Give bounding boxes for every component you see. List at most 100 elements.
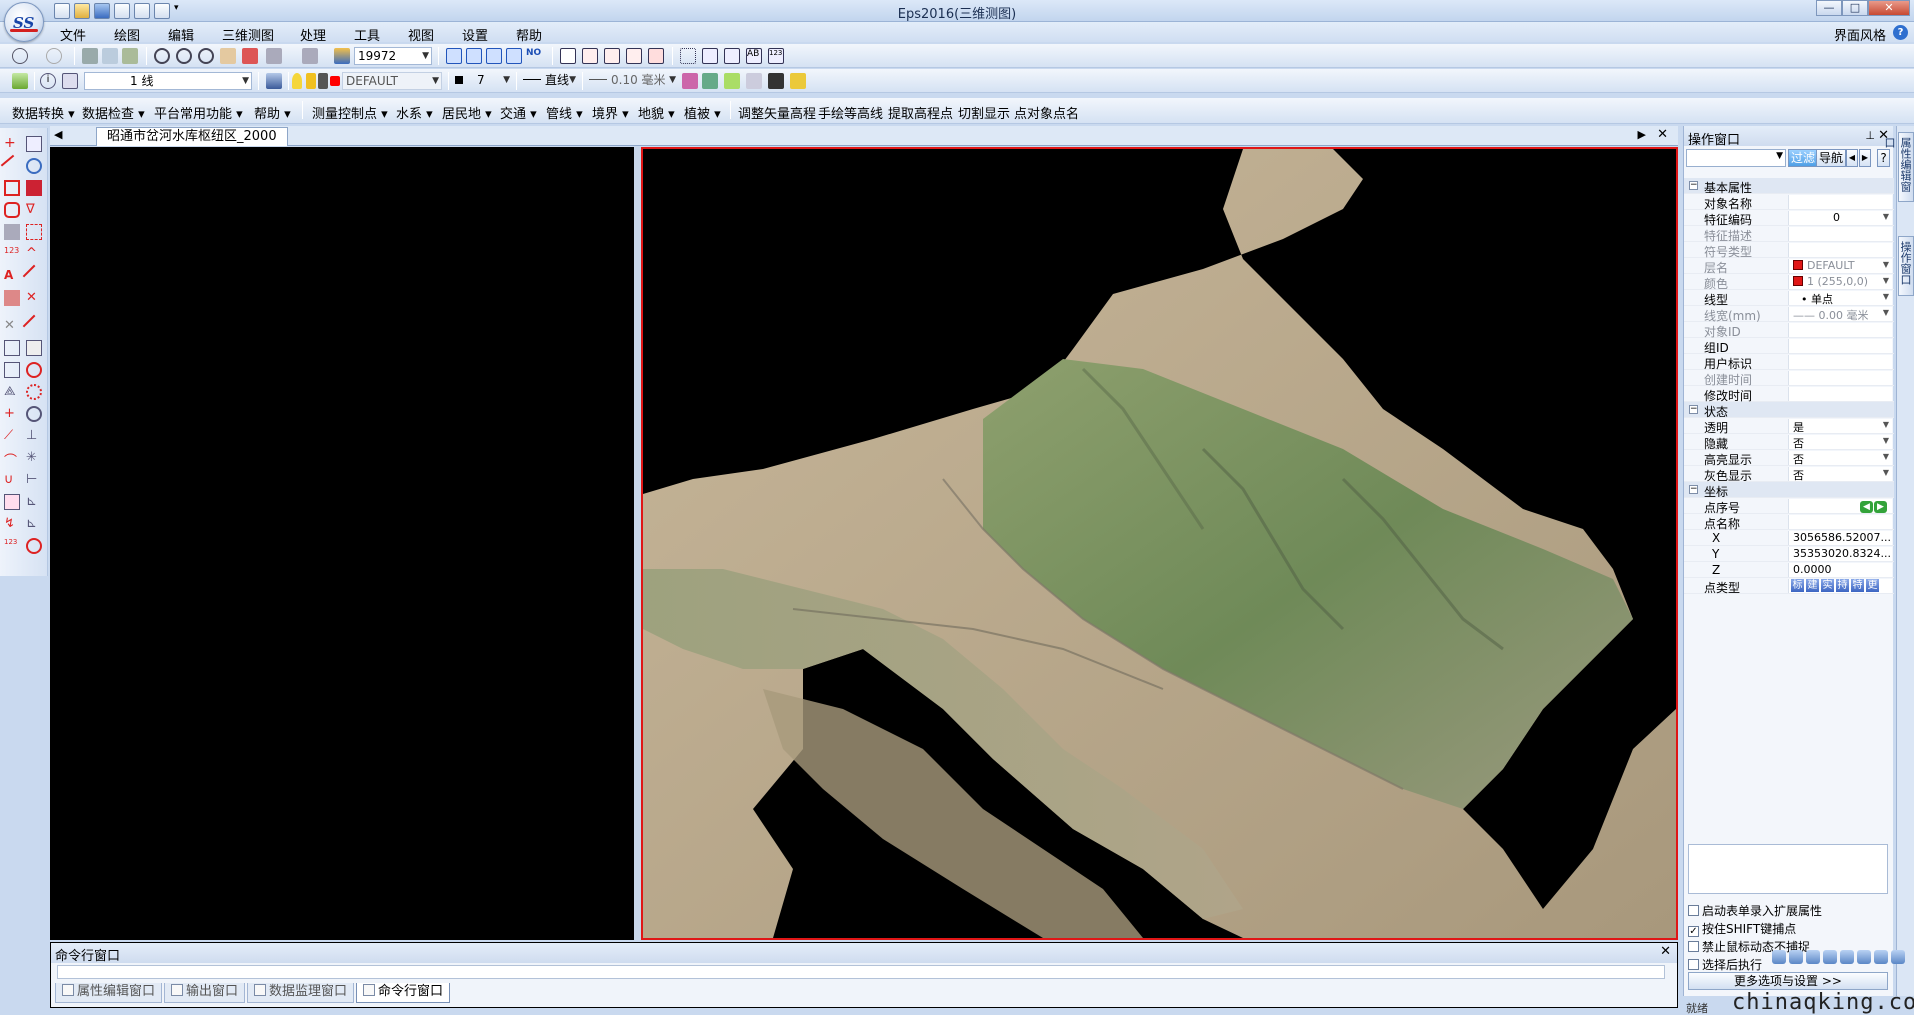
tab-output[interactable]: 输出窗口 xyxy=(164,983,246,1003)
object-type-select[interactable]: ▼ xyxy=(1686,149,1786,167)
paste-icon[interactable] xyxy=(122,48,138,64)
viewport-3d-terrain[interactable] xyxy=(641,147,1678,940)
trim-tool-icon[interactable]: + xyxy=(4,406,20,422)
adjust-vector-elevation-button[interactable]: 调整矢量高程 xyxy=(738,103,816,122)
layer-freeze-icon[interactable] xyxy=(318,73,328,89)
point-type-btn[interactable]: 实 xyxy=(1821,579,1834,592)
zoom-out-icon[interactable] xyxy=(154,48,170,64)
zoom-in-icon[interactable] xyxy=(176,48,192,64)
triangle-tool-icon[interactable]: ∇ xyxy=(26,202,42,218)
mirror-tool-icon[interactable]: ⟁ xyxy=(4,384,20,400)
prop-row[interactable]: 隐藏否 ▼ xyxy=(1684,434,1894,451)
extend-tool-icon[interactable] xyxy=(22,314,46,338)
line-tool-icon[interactable] xyxy=(0,154,24,178)
hatch-tool-icon[interactable] xyxy=(4,494,20,510)
fillet-tool-icon[interactable]: ⌒ xyxy=(4,450,20,469)
layer-view-2-icon[interactable] xyxy=(582,48,598,64)
tab-scroll-left-icon[interactable]: ◀ xyxy=(54,128,62,141)
menu-settings[interactable]: 设置 xyxy=(462,25,488,44)
menu-draw[interactable]: 绘图 xyxy=(114,25,140,44)
pan-hand-icon[interactable] xyxy=(220,48,236,64)
cut-icon[interactable] xyxy=(82,48,98,64)
text-tool-icon[interactable]: A xyxy=(4,268,20,284)
delete-tool-icon[interactable]: ✕ xyxy=(4,318,20,334)
numbering-icon[interactable]: 123 xyxy=(768,48,784,64)
menu-process[interactable]: 处理 xyxy=(300,25,326,44)
prop-row[interactable]: 透明是 ▼ xyxy=(1684,418,1894,435)
prop-row[interactable]: 线型 • 单点 ▼ xyxy=(1684,290,1894,307)
explode-tool-icon[interactable]: ✳ xyxy=(26,450,42,466)
zoom-window-icon[interactable] xyxy=(198,48,214,64)
document-close-icon[interactable]: ✕ xyxy=(1657,127,1668,142)
color-combo[interactable]: 7 ▼ xyxy=(452,72,512,90)
object-props-icon[interactable] xyxy=(62,73,78,89)
scale-icon[interactable] xyxy=(334,48,350,64)
grid-view-3-icon[interactable] xyxy=(486,48,502,64)
point-type-btn[interactable]: 持 xyxy=(1836,579,1849,592)
tray-icon[interactable] xyxy=(1891,950,1905,964)
tray-icon[interactable] xyxy=(1857,950,1871,964)
info-icon[interactable]: i xyxy=(40,73,56,89)
tray-icon[interactable] xyxy=(1772,950,1786,964)
menu-pipelines[interactable]: 管线 ▾ xyxy=(546,103,583,122)
menu-water[interactable]: 水系 ▾ xyxy=(396,103,433,122)
route-tool-icon[interactable]: ↯ xyxy=(4,516,20,532)
checkbox-shift-snap[interactable]: ✓ 按住SHIFT键捕点 xyxy=(1688,920,1796,937)
redo-icon[interactable] xyxy=(46,48,62,64)
prop-row-x[interactable]: X 3056586.52007... xyxy=(1684,530,1894,546)
menu-file[interactable]: 文件 xyxy=(60,25,86,44)
menu-data-check[interactable]: 数据检查 ▾ xyxy=(82,103,145,122)
circle-tool-icon[interactable] xyxy=(26,362,42,378)
brush-icon[interactable] xyxy=(746,73,762,89)
draw-contour-button[interactable]: 手绘等高线 xyxy=(818,103,883,122)
point-type-btn[interactable]: 建 xyxy=(1806,579,1819,592)
array-tool-icon[interactable] xyxy=(26,340,42,356)
prop-row[interactable]: 灰色显示否 ▼ xyxy=(1684,466,1894,483)
tray-icon[interactable] xyxy=(1840,950,1854,964)
menu-data-convert[interactable]: 数据转换 ▾ xyxy=(12,103,75,122)
curve-tool-icon[interactable] xyxy=(26,180,42,196)
layer-lock-icon[interactable] xyxy=(306,73,316,89)
perpendicular-tool-icon[interactable]: ⊥ xyxy=(26,428,42,444)
minimize-button[interactable]: — xyxy=(1816,0,1842,16)
prev-point-icon[interactable]: ◀ xyxy=(1860,501,1873,513)
refresh-icon[interactable] xyxy=(302,48,318,64)
tab-data-supervision[interactable]: 数据监理窗口 xyxy=(247,983,355,1003)
maximize-button[interactable]: □ xyxy=(1842,0,1868,16)
tray-icon[interactable] xyxy=(1823,950,1837,964)
point-object-name-button[interactable]: 点对象点名 xyxy=(1014,103,1079,122)
prop-row[interactable]: 对象名称 xyxy=(1684,194,1894,211)
zoom-previous-icon[interactable] xyxy=(242,48,258,64)
snap-points-icon[interactable] xyxy=(680,48,696,64)
grid-view-1-icon[interactable] xyxy=(446,48,462,64)
linewidth-combo[interactable]: 0.10 毫米 ▼ xyxy=(586,72,678,90)
rectangle-tool-icon[interactable] xyxy=(4,180,20,196)
refresh-layer-icon[interactable] xyxy=(702,73,718,89)
category-coord[interactable]: − 坐标 xyxy=(1684,482,1894,499)
target-tool-icon[interactable] xyxy=(26,538,42,554)
line-style-combo[interactable]: 1 线 ▼ xyxy=(84,72,252,90)
prop-row[interactable]: 用户标识 xyxy=(1684,354,1894,371)
layer-view-1-icon[interactable] xyxy=(560,48,576,64)
point-tool-icon[interactable]: + xyxy=(4,136,20,152)
redraw-icon[interactable] xyxy=(266,48,282,64)
break-tool-icon[interactable] xyxy=(4,340,20,356)
grid-view-4-icon[interactable] xyxy=(506,48,522,64)
copy-tool-icon[interactable] xyxy=(4,362,20,378)
linetype-combo[interactable]: 直线 ▼ xyxy=(520,72,578,90)
monitor-icon[interactable] xyxy=(768,73,784,89)
tray-icon[interactable] xyxy=(1789,950,1803,964)
command-input[interactable] xyxy=(57,965,1665,979)
document-tab[interactable]: 昭通市岔河水库枢纽区_2000 xyxy=(96,127,288,146)
dim-line-icon[interactable] xyxy=(22,264,46,288)
layer-view-4-icon[interactable] xyxy=(626,48,642,64)
arc-tool-icon[interactable] xyxy=(26,158,42,174)
box-3d-icon[interactable] xyxy=(790,73,806,89)
prop-row[interactable]: 点序号 ◀ ▶ xyxy=(1684,498,1894,515)
grid-view-2-icon[interactable] xyxy=(466,48,482,64)
menu-view[interactable]: 视图 xyxy=(408,25,434,44)
menu-boundary[interactable]: 境界 ▾ xyxy=(592,103,629,122)
app-logo[interactable]: SS xyxy=(4,2,44,42)
layer-manager-icon[interactable] xyxy=(12,73,28,89)
point-type-btn[interactable]: 更 xyxy=(1866,579,1879,592)
